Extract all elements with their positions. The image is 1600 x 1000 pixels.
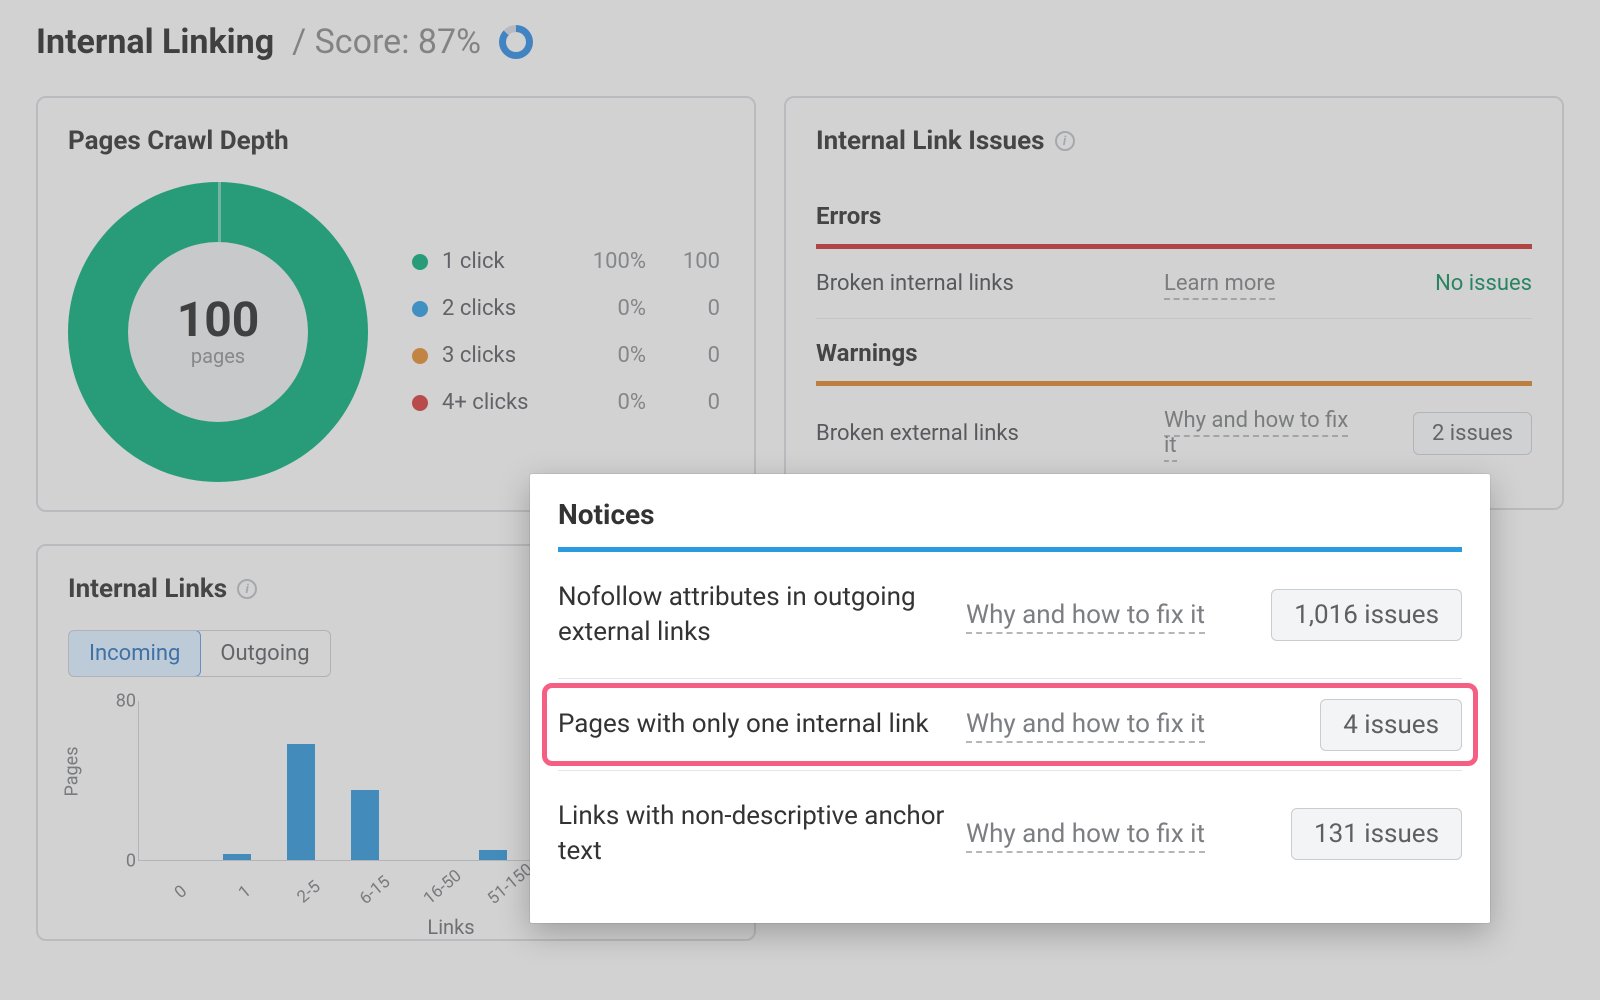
legend-label: 1 click [442,249,552,274]
legend-count: 0 [660,343,720,368]
issue-name: Nofollow attributes in outgoing external… [558,580,948,650]
bar[interactable] [287,744,315,860]
issue-help-link[interactable]: Why and how to fix it [966,707,1216,742]
issue-help-link[interactable]: Why and how to fix it [966,817,1216,852]
donut-value: 100 [177,296,260,344]
x-tick: 6-15 [356,875,390,908]
info-icon[interactable]: i [1055,131,1075,151]
info-icon[interactable]: i [237,579,257,599]
issue-name: Broken internal links [816,271,1146,296]
legend-row[interactable]: 4+ clicks 0% 0 [412,390,720,415]
issue-row[interactable]: Pages with only one internal link Why an… [558,679,1462,771]
issue-count-badge[interactable]: 1,016 issues [1271,600,1462,630]
issue-count-badge[interactable]: 131 issues [1291,819,1462,849]
bar[interactable] [351,790,379,860]
bar[interactable] [223,854,251,860]
issue-name: Pages with only one internal link [558,707,948,742]
donut-label: pages [191,344,245,368]
legend-pct: 0% [566,390,646,415]
legend-dot-icon [412,254,428,270]
errors-heading: Errors [816,182,1532,244]
legend-label: 2 clicks [442,296,552,321]
chart-y-label: Pages [62,747,83,797]
crawl-depth-card: Pages Crawl Depth 100 pages 1 click 100%… [36,96,756,512]
issues-title: Internal Link Issues i [816,126,1532,156]
issue-row[interactable]: Broken internal links Learn more No issu… [816,249,1532,319]
crawl-depth-title: Pages Crawl Depth [68,126,724,156]
issue-row[interactable]: Nofollow attributes in outgoing external… [558,552,1462,679]
legend-dot-icon [412,301,428,317]
issue-count-badge[interactable]: 2 issues [1413,421,1532,446]
legend-count: 100 [660,249,720,274]
x-tick: 51-150 [484,875,518,908]
issue-help-link[interactable]: Learn more [1164,271,1364,296]
issue-row[interactable]: Links with non-descriptive anchor text W… [558,771,1462,897]
x-tick: 0 [164,875,198,908]
legend-pct: 100% [566,249,646,274]
x-tick: 1 [228,875,262,908]
issue-status: No issues [1435,271,1532,296]
y-tick: 0 [126,851,136,872]
legend-label: 3 clicks [442,343,552,368]
x-tick: 2-5 [292,875,326,908]
x-tick: 16-50 [420,875,454,908]
warnings-heading: Warnings [816,319,1532,381]
legend-dot-icon [412,395,428,411]
tab-outgoing[interactable]: Outgoing [200,631,329,676]
crawl-depth-legend: 1 click 100% 100 2 clicks 0% 0 3 clicks … [412,249,720,415]
notices-panel: Notices Nofollow attributes in outgoing … [530,474,1490,923]
legend-row[interactable]: 3 clicks 0% 0 [412,343,720,368]
legend-row[interactable]: 1 click 100% 100 [412,249,720,274]
legend-count: 0 [660,390,720,415]
crawl-depth-donut: 100 pages [68,182,368,482]
legend-row[interactable]: 2 clicks 0% 0 [412,296,720,321]
legend-label: 4+ clicks [442,390,552,415]
legend-pct: 0% [566,343,646,368]
score-text: / Score: 87% [292,22,481,62]
issue-help-link[interactable]: Why and how to fix it [1164,408,1364,458]
issue-help-link[interactable]: Why and how to fix it [966,598,1216,633]
issue-name: Links with non-descriptive anchor text [558,799,948,869]
tab-incoming[interactable]: Incoming [68,630,201,677]
page-title: Internal Linking [36,22,274,62]
page-header: Internal Linking / Score: 87% [36,22,1564,62]
legend-pct: 0% [566,296,646,321]
issue-row[interactable]: Broken external links Why and how to fix… [816,386,1532,480]
issue-count-badge[interactable]: 4 issues [1320,710,1462,740]
legend-dot-icon [412,348,428,364]
score-ring-icon [499,25,533,59]
issues-card: Internal Link Issues i Errors Broken int… [784,96,1564,510]
link-direction-tabs: Incoming Outgoing [68,630,331,677]
bar[interactable] [479,850,507,860]
y-tick: 80 [116,691,136,712]
legend-count: 0 [660,296,720,321]
issue-name: Broken external links [816,421,1146,446]
notices-heading: Notices [558,488,1462,547]
